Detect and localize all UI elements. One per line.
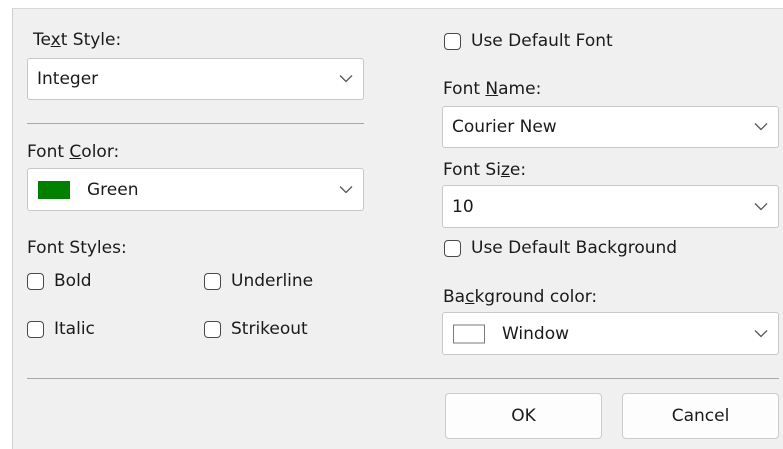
cancel-button[interactable]: Cancel: [622, 393, 779, 439]
background-color-swatch: [453, 324, 485, 343]
text-style-value: Integer: [37, 69, 99, 89]
underline-checkbox[interactable]: [204, 273, 221, 290]
font-size-dropdown[interactable]: 10: [442, 185, 779, 228]
font-size-label: Font Size:: [443, 160, 527, 180]
font-color-dropdown[interactable]: Green: [27, 168, 364, 211]
font-name-value: Courier New: [452, 117, 557, 137]
use-default-background-checkbox[interactable]: [444, 240, 461, 257]
font-styles-label: Font Styles:: [27, 238, 127, 258]
use-default-font-checkbox[interactable]: [444, 33, 461, 50]
italic-label: Italic: [54, 319, 95, 339]
background-color-value: Window: [502, 323, 570, 344]
ok-button[interactable]: OK: [445, 393, 602, 439]
background-color-dropdown[interactable]: Window: [442, 312, 779, 355]
bold-checkbox[interactable]: [27, 273, 44, 290]
font-color-label: Font Color:: [27, 142, 120, 162]
font-color-swatch: [38, 180, 70, 199]
font-size-value: 10: [452, 196, 474, 217]
separator-bottom: [27, 378, 779, 379]
font-name-label: Font Name:: [443, 79, 542, 99]
strikeout-label: Strikeout: [231, 319, 308, 339]
font-settings-dialog: Text Style: Integer Font Color: Green Fo…: [12, 8, 783, 449]
chevron-down-icon: [754, 123, 768, 131]
use-default-background-label: Use Default Background: [471, 238, 678, 258]
italic-checkbox[interactable]: [27, 321, 44, 338]
font-name-dropdown[interactable]: Courier New: [442, 106, 779, 148]
text-style-label: Text Style:: [33, 30, 122, 50]
separator-left: [27, 123, 364, 124]
background-color-label: Background color:: [443, 287, 598, 307]
chevron-down-icon: [339, 75, 353, 83]
chevron-down-icon: [754, 202, 768, 210]
chevron-down-icon: [754, 329, 768, 337]
bold-label: Bold: [54, 271, 92, 291]
strikeout-checkbox[interactable]: [204, 321, 221, 338]
chevron-down-icon: [339, 185, 353, 193]
text-style-dropdown[interactable]: Integer: [27, 58, 364, 100]
underline-label: Underline: [231, 271, 314, 291]
use-default-font-label: Use Default Font: [471, 31, 613, 51]
font-color-value: Green: [87, 179, 139, 200]
